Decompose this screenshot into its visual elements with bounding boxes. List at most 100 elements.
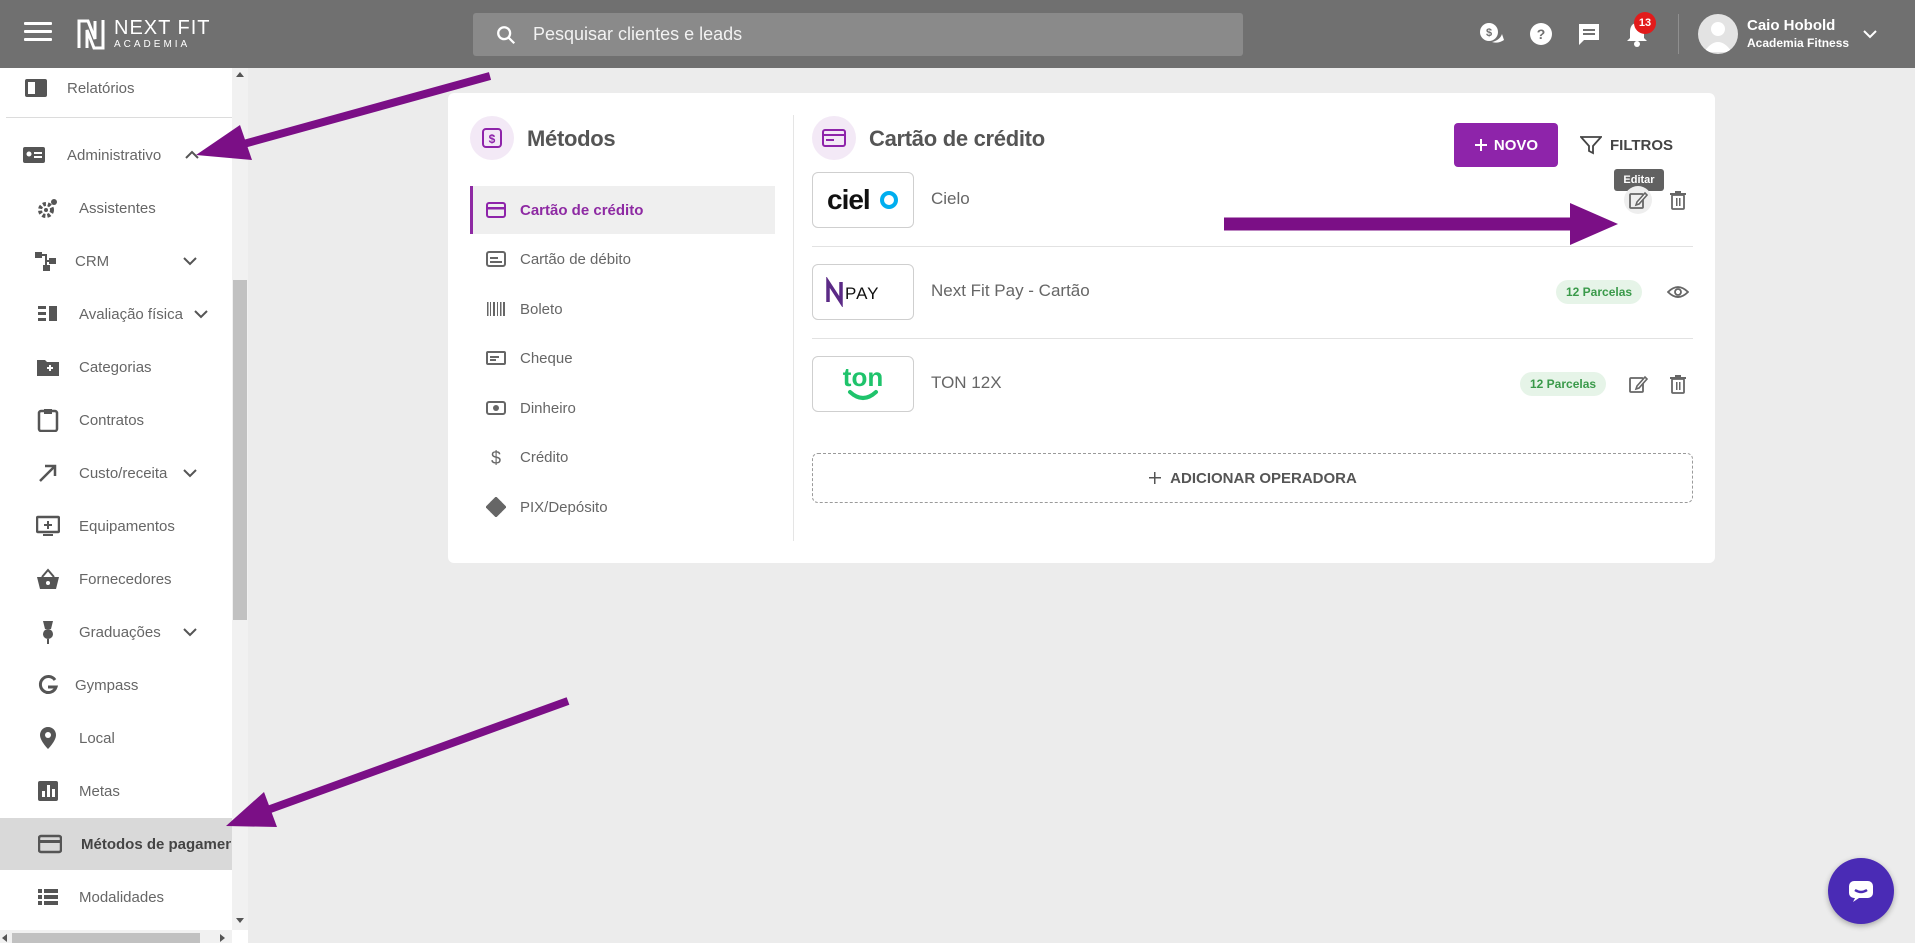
g-logo-icon xyxy=(36,673,60,697)
sidebar-item-categorias[interactable]: Categorias xyxy=(0,341,232,393)
svg-text:$: $ xyxy=(491,448,501,467)
cielo-logo[interactable]: ciel xyxy=(812,172,914,228)
sidebar-item-crm[interactable]: CRM xyxy=(0,235,232,287)
credit-card-icon xyxy=(486,200,506,220)
npay-logo-mark: PAY xyxy=(826,277,879,307)
sidebar-item-label: Local xyxy=(79,729,115,747)
basket-icon xyxy=(36,567,60,591)
edit-icon[interactable] xyxy=(1624,186,1652,214)
sidebar-item-equipamentos[interactable]: Equipamentos xyxy=(0,500,232,552)
chevron-down-icon[interactable] xyxy=(182,465,198,481)
trash-icon[interactable] xyxy=(1664,370,1692,398)
sidebar-item-gympass[interactable]: Gympass xyxy=(0,659,232,711)
method-boleto[interactable]: Boleto xyxy=(470,285,775,333)
sidebar-item-label: Metas xyxy=(79,782,120,800)
search-icon xyxy=(497,25,516,44)
svg-text:ciel: ciel xyxy=(827,185,870,215)
logo[interactable]: NEXT FIT ACADEMIA xyxy=(76,16,211,52)
method-label: Cartão de crédito xyxy=(520,201,644,219)
chevron-down-icon[interactable] xyxy=(182,624,198,640)
sidebar-item-label: Contratos xyxy=(79,411,145,429)
card-divider xyxy=(793,115,794,541)
method-label: Cheque xyxy=(520,349,573,367)
sidebar-item-fornecedores[interactable]: Fornecedores xyxy=(0,553,232,605)
sidebar-item-modalidades[interactable]: Modalidades xyxy=(0,871,232,923)
barcode-icon xyxy=(486,299,506,319)
message-icon[interactable] xyxy=(1575,20,1603,48)
svg-text:$: $ xyxy=(1486,27,1492,39)
scroll-down-arrow-icon[interactable] xyxy=(236,918,244,923)
sidebar-item-graduacoes[interactable]: Graduações xyxy=(0,606,232,658)
help-icon[interactable]: ? xyxy=(1527,20,1555,48)
search-input[interactable] xyxy=(533,24,1213,45)
sidebar-item-metodos-de-pagamento[interactable]: Métodos de pagamen xyxy=(0,818,232,870)
sidebar-hscrollbar-thumb[interactable] xyxy=(12,933,200,943)
sidebar-item-relatorios[interactable]: Relatórios xyxy=(0,62,232,114)
plus-icon xyxy=(1149,472,1162,484)
scroll-left-arrow-icon[interactable] xyxy=(2,934,7,942)
medal-icon xyxy=(36,620,60,644)
sidebar-item-local[interactable]: Local xyxy=(0,712,232,764)
operator-name: Cielo xyxy=(931,189,970,208)
npay-logo[interactable]: PAY xyxy=(812,264,914,320)
top-bar: NEXT FIT ACADEMIA $ ? 13 Caio Hobold Aca… xyxy=(0,0,1915,68)
chevron-up-icon[interactable] xyxy=(184,147,200,163)
scroll-up-arrow-icon[interactable] xyxy=(236,72,244,77)
sidebar-item-assistentes[interactable]: Assistentes xyxy=(0,182,232,234)
search-bar[interactable] xyxy=(473,13,1243,56)
method-pix[interactable]: PIX/Depósito xyxy=(470,483,775,531)
method-dinheiro[interactable]: Dinheiro xyxy=(470,384,775,432)
avatar[interactable] xyxy=(1698,14,1738,54)
list-icon xyxy=(36,885,60,909)
sidebar-item-label: Relatórios xyxy=(67,79,135,97)
add-operator-button[interactable]: ADICIONAR OPERADORA xyxy=(812,453,1693,503)
sidebar-item-label: Assistentes xyxy=(79,199,156,217)
sidebar-item-label: Métodos de pagamen xyxy=(81,835,231,853)
ton-logo[interactable]: ton xyxy=(812,356,914,412)
sidebar: Relatórios Administrativo Assistentes CR… xyxy=(0,68,248,943)
method-cartao-debito[interactable]: Cartão de débito xyxy=(470,235,775,283)
chevron-down-icon[interactable] xyxy=(182,253,198,269)
header-divider xyxy=(1678,14,1679,54)
scroll-right-arrow-icon[interactable] xyxy=(220,934,225,942)
operator-row-ton: ton TON 12X 12 Parcelas xyxy=(812,339,1693,431)
cheque-icon xyxy=(486,348,506,368)
operator-name: Next Fit Pay - Cartão xyxy=(931,281,1090,300)
chat-icon xyxy=(1849,881,1873,902)
sidebar-scrollbar-thumb[interactable] xyxy=(233,280,247,620)
user-org: Academia Fitness xyxy=(1747,36,1850,50)
method-credito[interactable]: $ Crédito xyxy=(470,433,775,481)
sidebar-item-label: CRM xyxy=(75,252,110,270)
sidebar-item-contratos[interactable]: Contratos xyxy=(0,394,232,446)
sidebar-item-metas[interactable]: Metas xyxy=(0,765,232,817)
chevron-down-icon[interactable] xyxy=(193,306,209,322)
cielo-logo-mark: ciel xyxy=(827,185,898,215)
method-label: Boleto xyxy=(520,300,563,318)
notification-badge: 13 xyxy=(1634,12,1656,34)
money-chat-icon[interactable]: $ xyxy=(1478,20,1506,48)
menu-icon[interactable] xyxy=(24,22,52,46)
method-cartao-credito[interactable]: Cartão de crédito xyxy=(470,186,775,234)
pix-icon xyxy=(486,497,506,517)
plus-icon xyxy=(1474,139,1487,151)
add-operator-label: ADICIONAR OPERADORA xyxy=(1170,469,1357,487)
method-label: PIX/Depósito xyxy=(520,498,608,516)
chat-widget-button[interactable] xyxy=(1828,858,1894,924)
eye-icon[interactable] xyxy=(1664,278,1692,306)
brand-name: NEXT FIT xyxy=(114,17,211,39)
sidebar-item-avaliacao-fisica[interactable]: Avaliação física xyxy=(0,288,232,340)
method-cheque[interactable]: Cheque xyxy=(470,334,775,382)
sidebar-item-administrativo[interactable]: Administrativo xyxy=(0,129,232,181)
arrow-up-right-icon xyxy=(36,461,60,485)
credit-card-header-icon xyxy=(812,116,856,160)
edit-icon[interactable] xyxy=(1624,370,1652,398)
method-label: Cartão de débito xyxy=(520,250,631,268)
dollar-icon: $ xyxy=(470,116,514,160)
cash-icon xyxy=(486,398,506,418)
gear-icon xyxy=(36,196,60,220)
chevron-down-icon[interactable] xyxy=(1862,26,1878,42)
sidebar-item-custo-receita[interactable]: Custo/receita xyxy=(0,447,232,499)
user-name: Caio Hobold xyxy=(1747,17,1836,34)
filtros-label: FILTROS xyxy=(1610,136,1674,154)
trash-icon[interactable] xyxy=(1664,186,1692,214)
